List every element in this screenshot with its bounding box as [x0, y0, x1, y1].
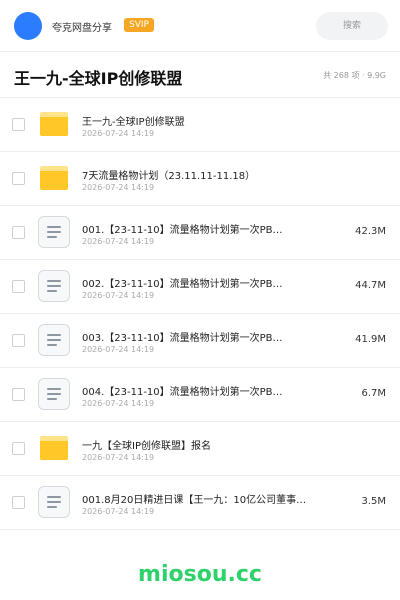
file-date: 2026-07-24 14:19 [82, 237, 155, 246]
select-checkbox[interactable] [12, 496, 25, 509]
file-name: 7天流量格物计划（23.11.11-11.18） [82, 171, 256, 182]
search-button[interactable]: 搜索 [316, 12, 388, 40]
document-icon [38, 216, 70, 248]
file-name: 003.【23-11-10】流量格物计划第一次PB… [82, 333, 283, 344]
document-icon [38, 324, 70, 356]
folder-icon [38, 108, 70, 140]
file-row[interactable]: 7天流量格物计划（23.11.11-11.18） 2026-07-24 14:19 [0, 152, 400, 206]
file-list: 王一九-全球IP创修联盟 2026-07-24 14:19 7天流量格物计划（23.… [0, 98, 400, 530]
folder-icon [38, 432, 70, 464]
file-size: 6.7M [361, 388, 386, 399]
select-checkbox[interactable] [12, 226, 25, 239]
file-name: 一九【全球IP创修联盟】报名 [82, 441, 211, 452]
file-date: 2026-07-24 14:19 [82, 453, 155, 462]
file-row[interactable]: 一九【全球IP创修联盟】报名 2026-07-24 14:19 [0, 422, 400, 476]
file-size: 41.9M [355, 334, 386, 345]
document-icon [38, 486, 70, 518]
document-icon [38, 378, 70, 410]
vip-badge: SVIP [124, 18, 154, 32]
select-checkbox[interactable] [12, 442, 25, 455]
top-header: 夸克网盘分享 SVIP 搜索 [0, 0, 400, 52]
select-checkbox[interactable] [12, 172, 25, 185]
file-name: 002.【23-11-10】流量格物计划第一次PB… [82, 279, 283, 290]
select-checkbox[interactable] [12, 334, 25, 347]
title-bar: 王一九-全球IP创修联盟 共 268 项 · 9.9G [0, 52, 400, 98]
watermark: miosou.cc [138, 562, 262, 587]
file-row[interactable]: 003.【23-11-10】流量格物计划第一次PB… 2026-07-24 14:… [0, 314, 400, 368]
file-date: 2026-07-24 14:19 [82, 507, 155, 516]
file-name: 001.8月20日精进日课【王一九：10亿公司董事… [82, 495, 307, 506]
file-name: 004.【23-11-10】流量格物计划第一次PB… [82, 387, 283, 398]
document-icon [38, 270, 70, 302]
select-checkbox[interactable] [12, 118, 25, 131]
file-date: 2026-07-24 14:19 [82, 183, 155, 192]
select-checkbox[interactable] [12, 388, 25, 401]
item-count-size: 共 268 项 · 9.9G [323, 71, 386, 80]
file-row[interactable]: 002.【23-11-10】流量格物计划第一次PB… 2026-07-24 14:… [0, 260, 400, 314]
file-row[interactable]: 001.【23-11-10】流量格物计划第一次PB… 2026-07-24 14:… [0, 206, 400, 260]
folder-icon [38, 162, 70, 194]
file-size: 44.7M [355, 280, 386, 291]
select-checkbox[interactable] [12, 280, 25, 293]
file-date: 2026-07-24 14:19 [82, 291, 155, 300]
file-name: 001.【23-11-10】流量格物计划第一次PB… [82, 225, 283, 236]
file-date: 2026-07-24 14:19 [82, 345, 155, 354]
share-username: 夸克网盘分享 [52, 23, 112, 34]
page-title: 王一九-全球IP创修联盟 [14, 69, 183, 88]
file-row[interactable]: 001.8月20日精进日课【王一九：10亿公司董事… 2026-07-24 14:… [0, 476, 400, 530]
file-size: 3.5M [361, 496, 386, 507]
file-row[interactable]: 王一九-全球IP创修联盟 2026-07-24 14:19 [0, 98, 400, 152]
avatar[interactable] [14, 12, 42, 40]
file-row[interactable]: 004.【23-11-10】流量格物计划第一次PB… 2026-07-24 14:… [0, 368, 400, 422]
file-date: 2026-07-24 14:19 [82, 399, 155, 408]
file-size: 42.3M [355, 226, 386, 237]
file-name: 王一九-全球IP创修联盟 [82, 117, 185, 128]
file-date: 2026-07-24 14:19 [82, 129, 155, 138]
